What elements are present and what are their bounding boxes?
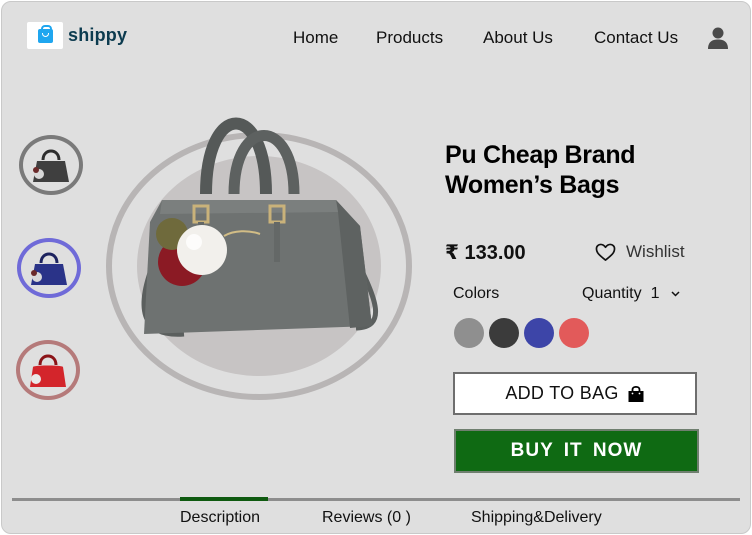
product-title-line-1: Pu Cheap Brand — [445, 141, 636, 169]
nav-contact-us[interactable]: Contact Us — [594, 28, 678, 48]
tab-description[interactable]: Description — [180, 509, 260, 527]
main-product-image — [141, 117, 379, 337]
nav-products[interactable]: Products — [376, 28, 443, 48]
red-handbag-image — [30, 354, 66, 387]
add-to-bag-label: ADD TO BAG — [505, 383, 619, 403]
shopping-bag-icon — [628, 385, 644, 402]
product-title: Pu Cheap Brand Women’s Bags — [445, 140, 705, 200]
color-swatch-dark-grey[interactable] — [489, 318, 519, 348]
tab-shipping-delivery[interactable]: Shipping&Delivery — [471, 509, 602, 527]
add-to-bag-button[interactable]: ADD TO BAG — [453, 372, 697, 415]
wishlist-label: Wishlist — [626, 242, 685, 261]
tabs-divider — [12, 498, 740, 501]
product-title-line-2: Women’s Bags — [445, 171, 620, 199]
grey-handbag-image — [33, 149, 69, 182]
quantity-selector[interactable]: Quantity 1 — [582, 285, 680, 303]
brand-name[interactable]: shippy — [68, 25, 127, 46]
color-swatch-red[interactable] — [559, 318, 589, 348]
wishlist-button[interactable]: Wishlist — [595, 242, 685, 262]
logo[interactable] — [27, 22, 63, 49]
thumbnail-blue-bag[interactable] — [17, 238, 81, 298]
shopping-bag-icon — [37, 24, 53, 43]
quantity-value: 1 — [650, 285, 660, 302]
heart-icon — [595, 243, 616, 261]
user-icon[interactable] — [707, 26, 729, 50]
nav-home[interactable]: Home — [293, 28, 338, 48]
quantity-label: Quantity — [582, 285, 642, 302]
thumbnail-red-bag[interactable] — [16, 340, 80, 400]
blue-handbag-image — [31, 252, 67, 285]
chevron-down-icon — [670, 291, 680, 297]
colors-label: Colors — [453, 285, 500, 302]
product-price: ₹ 133.00 — [445, 242, 526, 264]
nav-about-us[interactable]: About Us — [483, 28, 553, 48]
color-swatch-blue[interactable] — [524, 318, 554, 348]
tab-reviews[interactable]: Reviews (0 ) — [322, 509, 411, 527]
thumbnail-grey-bag[interactable] — [19, 135, 83, 195]
product-page: shippy Home Products About Us Contact Us — [1, 1, 751, 534]
color-swatch-grey[interactable] — [454, 318, 484, 348]
buy-now-button[interactable]: BUY IT NOW — [454, 429, 699, 473]
active-tab-indicator — [180, 497, 268, 501]
